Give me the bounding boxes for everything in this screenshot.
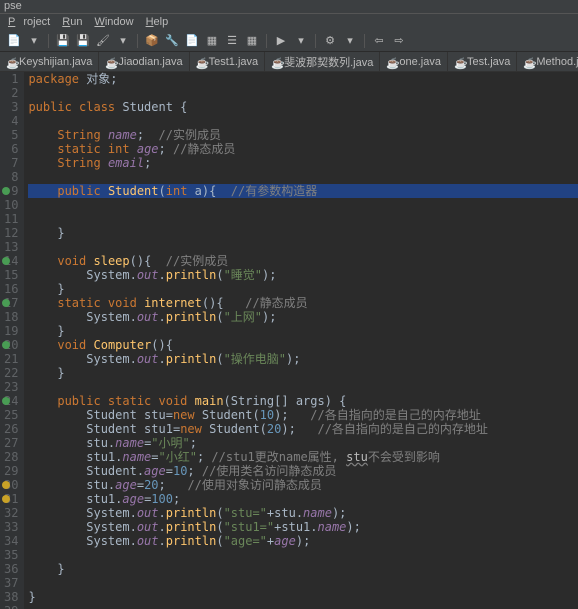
tab-label: Keyshijian.java [19, 56, 92, 68]
tab-test[interactable]: ☕Test.java [448, 52, 517, 71]
java-icon: ☕ [271, 57, 281, 67]
java-icon: ☕ [454, 57, 464, 67]
toolbar: 📄 ▾ 💾 💾 🖌 ▾ 📦 🔧 📄 ▦ ☰ ▦ ▶ ▾ ⚙ ▾ ⇦ ⇨ [0, 30, 578, 52]
java-icon: ☕ [105, 57, 115, 67]
dropdown-icon[interactable]: ▾ [26, 33, 42, 49]
paint-icon[interactable]: 🖌 [95, 33, 111, 49]
tab-label: one.java [399, 56, 441, 68]
tool-icon[interactable]: 🔧 [164, 33, 180, 49]
package-icon[interactable]: 📦 [144, 33, 160, 49]
dropdown-icon[interactable]: ▾ [115, 33, 131, 49]
save-icon[interactable]: 💾 [55, 33, 71, 49]
run-icon[interactable]: ▶ [273, 33, 289, 49]
separator [137, 34, 138, 48]
forward-icon[interactable]: ⇨ [391, 33, 407, 49]
grid-icon[interactable]: ▦ [244, 33, 260, 49]
tab-label: Method.java [536, 56, 578, 68]
saveall-icon[interactable]: 💾 [75, 33, 91, 49]
tab-fib[interactable]: ☕斐波那契数列.java [265, 52, 380, 71]
tab-bar: ☕Keyshijian.java ☕Jiaodian.java ☕Test1.j… [0, 52, 578, 72]
java-icon: ☕ [196, 57, 206, 67]
menu-run[interactable]: Run [58, 16, 86, 28]
menu-help[interactable]: Help [142, 16, 173, 28]
tab-keyshijian[interactable]: ☕Keyshijian.java [0, 52, 99, 71]
tab-method[interactable]: ☕Method.java [517, 52, 578, 71]
code-editor[interactable]: 1234567891011121314151617181920212223242… [0, 72, 578, 609]
doc-icon[interactable]: 📄 [184, 33, 200, 49]
title-bar: pse [0, 0, 578, 14]
java-icon: ☕ [386, 57, 396, 67]
settings-icon[interactable]: ⚙ [322, 33, 338, 49]
separator [364, 34, 365, 48]
new-icon[interactable]: 📄 [6, 33, 22, 49]
tab-one[interactable]: ☕one.java [380, 52, 448, 71]
content-area: ☕Keyshijian.java ☕Jiaodian.java ☕Test1.j… [0, 52, 578, 609]
code-content[interactable]: package 对象; public class Student { Strin… [24, 72, 578, 609]
menu-window[interactable]: Window [90, 16, 137, 28]
tab-label: Test1.java [209, 56, 259, 68]
line-gutter: 1234567891011121314151617181920212223242… [0, 72, 24, 609]
list-icon[interactable]: ☰ [224, 33, 240, 49]
tab-label: Test.java [467, 56, 510, 68]
tab-test1[interactable]: ☕Test1.java [190, 52, 266, 71]
editor-area: ☕Keyshijian.java ☕Jiaodian.java ☕Test1.j… [0, 52, 578, 609]
tab-label: Jiaodian.java [118, 56, 182, 68]
separator [266, 34, 267, 48]
java-icon: ☕ [6, 57, 16, 67]
tab-label: 斐波那契数列.java [284, 54, 373, 70]
table-icon[interactable]: ▦ [204, 33, 220, 49]
menu-bar: Project Run Window Help [0, 14, 578, 30]
back-icon[interactable]: ⇦ [371, 33, 387, 49]
separator [315, 34, 316, 48]
dropdown-icon[interactable]: ▾ [342, 33, 358, 49]
dropdown-icon[interactable]: ▾ [293, 33, 309, 49]
tab-jiaodian[interactable]: ☕Jiaodian.java [99, 52, 189, 71]
menu-project[interactable]: Project [4, 16, 54, 28]
separator [48, 34, 49, 48]
java-icon: ☕ [523, 57, 533, 67]
